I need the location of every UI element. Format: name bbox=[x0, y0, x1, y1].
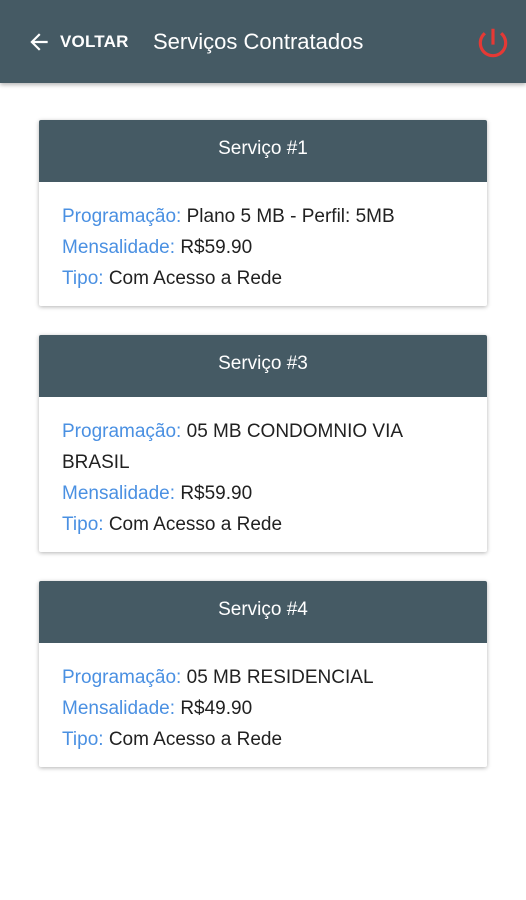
tipo-value: Com Acesso a Rede bbox=[108, 268, 283, 289]
tipo-value: Com Acesso a Rede bbox=[108, 729, 283, 750]
tipo-label: Tipo: bbox=[62, 514, 104, 535]
service-card: Serviço #1 Programação: Plano 5 MB - Per… bbox=[39, 120, 487, 306]
programacao-value: 05 MB RESIDENCIAL bbox=[186, 667, 374, 688]
mensalidade-value: R$49.90 bbox=[180, 698, 253, 719]
tipo-label: Tipo: bbox=[62, 729, 104, 750]
power-icon bbox=[478, 28, 508, 58]
service-card-body: Programação: 05 MB RESIDENCIAL Mensalida… bbox=[39, 643, 487, 767]
service-card: Serviço #4 Programação: 05 MB RESIDENCIA… bbox=[39, 581, 487, 767]
tipo-row: Tipo: Com Acesso a Rede bbox=[62, 509, 464, 540]
service-card-header: Serviço #1 bbox=[39, 120, 487, 182]
programacao-value: Plano 5 MB - Perfil: 5MB bbox=[186, 206, 395, 227]
programacao-row: Programação: 05 MB RESIDENCIAL bbox=[62, 662, 464, 693]
programacao-row: Programação: 05 MB CONDOMNIO VIA BRASIL bbox=[62, 416, 464, 478]
programacao-label: Programação: bbox=[62, 421, 182, 442]
service-card-header: Serviço #4 bbox=[39, 581, 487, 643]
logout-button[interactable] bbox=[474, 24, 512, 62]
mensalidade-value: R$59.90 bbox=[180, 483, 253, 504]
mensalidade-row: Mensalidade: R$49.90 bbox=[62, 693, 464, 724]
tipo-label: Tipo: bbox=[62, 268, 104, 289]
programacao-label: Programação: bbox=[62, 206, 182, 227]
app-bar: VOLTAR Serviços Contratados bbox=[0, 0, 526, 83]
mensalidade-row: Mensalidade: R$59.90 bbox=[62, 478, 464, 509]
mensalidade-label: Mensalidade: bbox=[62, 698, 176, 719]
service-card-header: Serviço #3 bbox=[39, 335, 487, 397]
service-card-body: Programação: 05 MB CONDOMNIO VIA BRASIL … bbox=[39, 397, 487, 552]
service-card: Serviço #3 Programação: 05 MB CONDOMNIO … bbox=[39, 335, 487, 552]
programacao-row: Programação: Plano 5 MB - Perfil: 5MB bbox=[62, 201, 464, 232]
mensalidade-value: R$59.90 bbox=[180, 237, 253, 258]
tipo-row: Tipo: Com Acesso a Rede bbox=[62, 724, 464, 755]
mensalidade-label: Mensalidade: bbox=[62, 237, 176, 258]
mensalidade-label: Mensalidade: bbox=[62, 483, 176, 504]
back-button-label: VOLTAR bbox=[60, 32, 129, 51]
back-button[interactable]: VOLTAR bbox=[26, 24, 129, 60]
page-title: Serviços Contratados bbox=[153, 29, 364, 54]
programacao-label: Programação: bbox=[62, 667, 182, 688]
tipo-value: Com Acesso a Rede bbox=[108, 514, 283, 535]
arrow-left-icon bbox=[30, 33, 48, 51]
service-card-body: Programação: Plano 5 MB - Perfil: 5MB Me… bbox=[39, 182, 487, 306]
mensalidade-row: Mensalidade: R$59.90 bbox=[62, 232, 464, 263]
tipo-row: Tipo: Com Acesso a Rede bbox=[62, 263, 464, 294]
